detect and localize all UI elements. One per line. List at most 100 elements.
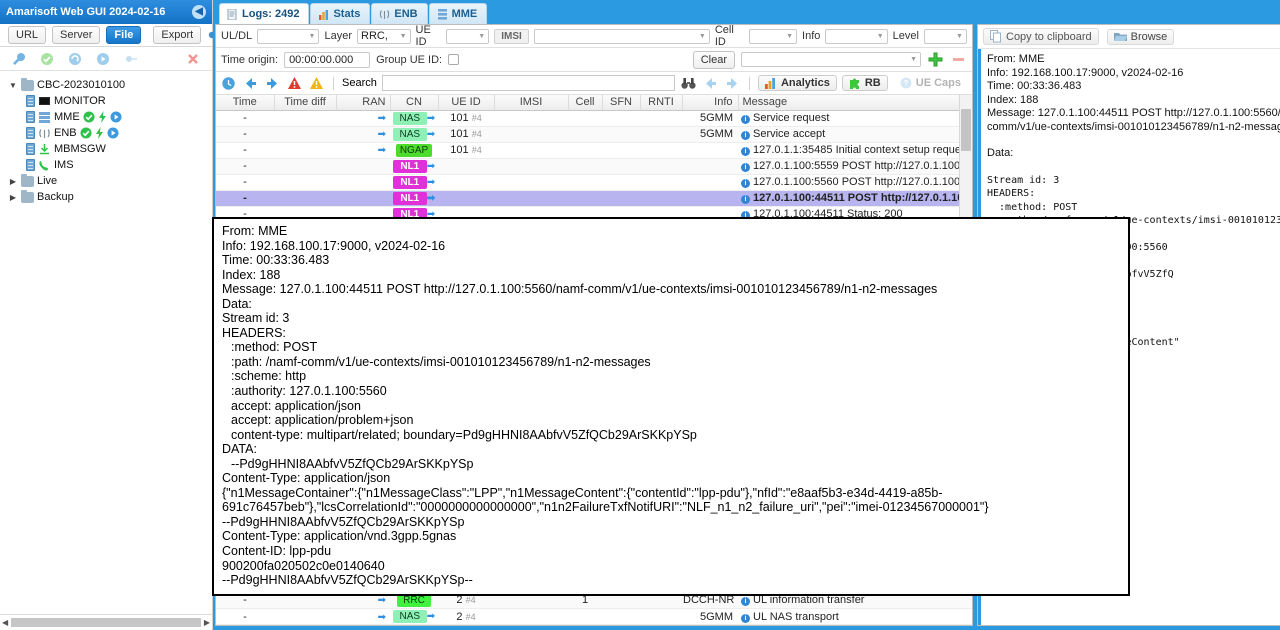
time-origin-input[interactable]: 00:00:00.000 [284, 51, 371, 68]
tab-stats[interactable]: Stats [310, 3, 371, 24]
protocol-badge: NGAP [395, 143, 433, 157]
source-server-button[interactable]: Server [52, 26, 101, 44]
plus-green-icon[interactable] [927, 51, 944, 68]
close-x-icon[interactable] [184, 51, 202, 67]
cell-ue-id: 101 #4 [438, 142, 494, 159]
arrow-right-blue-icon[interactable] [264, 75, 281, 92]
popup-text-line: Content-Type: application/json [222, 471, 391, 486]
bolt-green-icon [95, 127, 103, 139]
col-time[interactable]: Time [216, 95, 275, 111]
col-cn[interactable]: CN [390, 95, 439, 111]
source-file-button[interactable]: File [106, 26, 142, 44]
ue-caps-button[interactable]: ? UE Caps [893, 75, 968, 91]
tree-item-ims[interactable]: IMS [4, 157, 212, 173]
scrollbar-thumb[interactable] [961, 109, 971, 151]
scroll-left-arrow-icon[interactable]: ◀ [2, 618, 8, 627]
group-ueid-checkbox[interactable] [448, 54, 460, 65]
twisty-icon[interactable]: ▶ [8, 193, 18, 202]
col-imsi[interactable]: IMSI [494, 95, 569, 111]
table-row[interactable]: - ➡ NAS ➡ 2 #4 5GMM i UL NAS transport [216, 608, 972, 625]
tree-item-backup[interactable]: ▶ Backup [4, 189, 212, 205]
check-circle-icon[interactable] [38, 51, 56, 67]
col-rnti[interactable]: RNTI [640, 95, 683, 111]
toolbar-divider-2 [748, 76, 750, 90]
imsi-select[interactable]: ▼ [533, 28, 710, 44]
clock-icon[interactable] [220, 75, 237, 92]
stack-icon [437, 8, 447, 20]
tree-item-live[interactable]: ▶ Live [4, 173, 212, 189]
binoculars-icon[interactable] [680, 75, 697, 92]
error-triangle-red-icon[interactable] [286, 75, 303, 92]
minus-red-icon[interactable] [950, 51, 967, 68]
tab-enb[interactable]: ENB [371, 3, 428, 24]
analytics-button[interactable]: Analytics [757, 75, 837, 91]
col-message[interactable]: Message [738, 95, 972, 111]
preset-select[interactable]: ▼ [741, 52, 921, 67]
col-sfn[interactable]: SFN [602, 95, 641, 111]
table-row[interactable]: - NL1 ➡ i 127.0.1.100:44511 POST http://127.… [216, 190, 972, 207]
chevron-left-icon[interactable]: ◀ [192, 5, 206, 19]
col-ran[interactable]: RAN [336, 95, 391, 111]
twisty-icon[interactable]: ▼ [8, 81, 18, 90]
cellid-select[interactable]: ▼ [748, 28, 798, 44]
col-info[interactable]: Info [682, 95, 739, 111]
cell-imsi [494, 190, 568, 207]
cell-time: - [216, 608, 274, 625]
info-select[interactable]: ▼ [825, 28, 888, 44]
source-url-button[interactable]: URL [8, 26, 47, 44]
search-input[interactable] [381, 75, 675, 91]
uldl-label: UL/DL [221, 30, 253, 42]
tree-label: MBMSGW [54, 143, 106, 155]
scrollbar-thumb[interactable] [11, 618, 201, 627]
popup-text-line: Content-ID: lpp-pdu [222, 544, 332, 559]
warning-triangle-yellow-icon[interactable] [308, 75, 325, 92]
table-row[interactable]: - NL1 ➡ i 127.0.1.100:5560 POST http://127.0… [216, 174, 972, 191]
browse-button[interactable]: Browse [1106, 28, 1175, 45]
table-row[interactable]: - ➡ NAS ➡ 101 #4 5GMM i Service request [216, 110, 972, 127]
clear-button[interactable]: Clear [692, 50, 735, 69]
cell-cn: NAS ➡ [390, 608, 438, 625]
uldl-select[interactable]: ▼ [257, 28, 320, 44]
twisty-icon[interactable]: ▶ [8, 177, 18, 186]
cell-sfn [602, 142, 640, 159]
refresh-icon[interactable] [66, 51, 84, 67]
search-label: Search [342, 77, 377, 89]
export-button[interactable]: Export [153, 26, 202, 44]
search-prev-icon[interactable] [702, 75, 719, 92]
copy-to-clipboard-button[interactable]: Copy to clipboard [983, 28, 1099, 45]
tab-logs[interactable]: Logs: 2492 [219, 3, 310, 24]
tab-mme[interactable]: MME [428, 3, 488, 24]
protocol-badge: NAS [392, 111, 427, 125]
ueid-select[interactable]: ▼ [446, 28, 490, 44]
col-time-diff[interactable]: Time diff [274, 95, 337, 111]
chevron-down-icon: ▼ [399, 32, 407, 40]
table-row[interactable]: - ➡ NAS ➡ 101 #4 5GMM i Service accept [216, 126, 972, 143]
layer-select[interactable]: RRC, ▼ [357, 28, 411, 44]
play-circle-icon[interactable] [94, 51, 112, 67]
sidebar-horizontal-scrollbar[interactable]: ◀ ▶ [0, 614, 212, 630]
tree-item-cbc[interactable]: ▼ CBC-2023010100 [4, 77, 212, 93]
search-next-icon[interactable] [724, 75, 741, 92]
scroll-right-arrow-icon[interactable]: ▶ [204, 618, 210, 627]
tree-item-enb[interactable]: ENB [4, 125, 212, 141]
message-detail-popup[interactable]: From: MME Info: 192.168.100.17:9000, v202… [212, 217, 1130, 596]
wrench-icon[interactable] [10, 51, 28, 67]
table-row[interactable]: - ➡ NGAP 101 #4 i 127.0.1.1:35485 Initial con… [216, 142, 972, 159]
cell-ran: ➡ [336, 142, 390, 159]
col-ue-id[interactable]: UE ID [438, 95, 495, 111]
arrow-left-blue-icon[interactable] [242, 75, 259, 92]
cell-cn: NL1 ➡ [390, 174, 438, 191]
tree-item-mme[interactable]: MME [4, 109, 212, 125]
cell-sfn [602, 608, 640, 625]
cell-ue-id: 2 #4 [438, 608, 494, 625]
popup-text-line: Data: [222, 296, 252, 311]
tree-item-mbmsgw[interactable]: MBMSGW [4, 141, 212, 157]
level-select[interactable]: ▼ [923, 28, 967, 44]
filter-row-2: Time origin: 00:00:00.000 Group UE ID: C… [216, 48, 972, 72]
plug-icon-2[interactable] [122, 51, 140, 67]
imsi-button[interactable]: IMSI [494, 28, 529, 44]
col-cell[interactable]: Cell [568, 95, 603, 111]
rb-button[interactable]: RB [841, 75, 888, 91]
table-row[interactable]: - NL1 ➡ i 127.0.1.100:5559 POST http://127.0… [216, 158, 972, 175]
tree-item-monitor[interactable]: MONITOR [4, 93, 212, 109]
